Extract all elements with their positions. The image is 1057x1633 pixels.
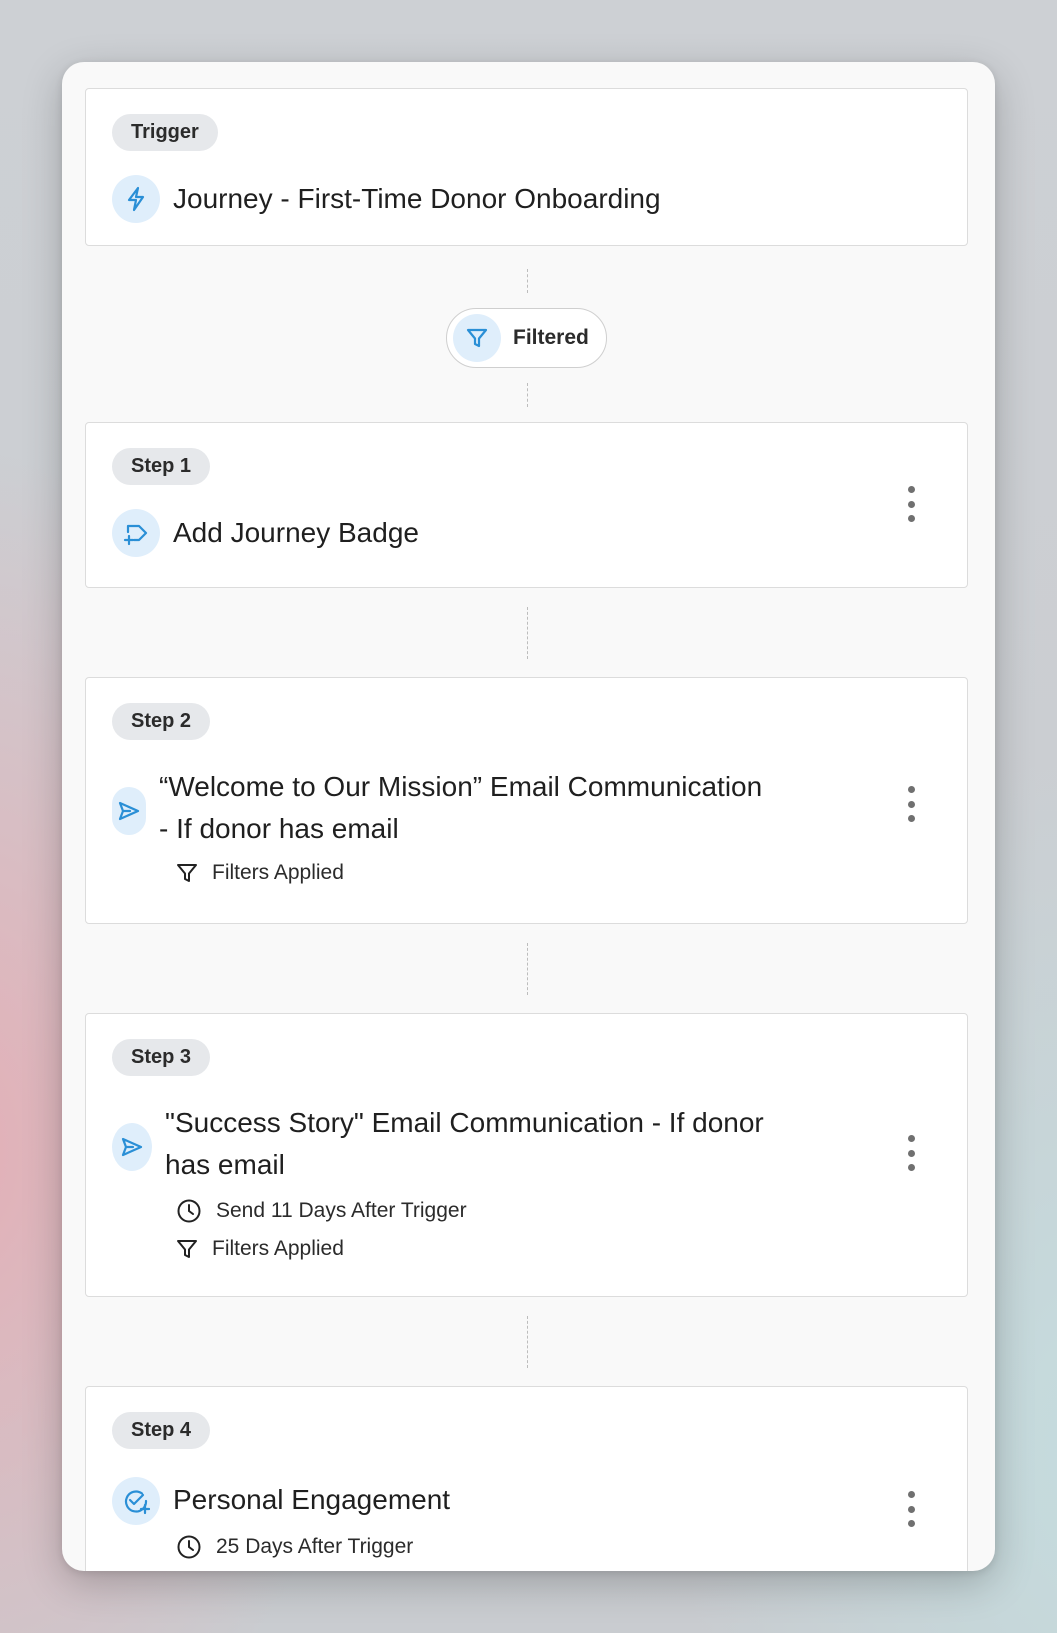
task-check-icon	[112, 1477, 160, 1525]
step-3-badge: Step 3	[112, 1039, 211, 1076]
step-3-more-button[interactable]	[899, 1135, 923, 1171]
connector-line	[527, 943, 528, 995]
clock-icon	[177, 1535, 201, 1559]
filtered-label: Filtered	[513, 326, 589, 349]
journey-panel: Trigger Journey - First-Time Donor Onboa…	[62, 62, 995, 1571]
step-3-filters-label: Filters Applied	[212, 1237, 344, 1260]
step-4-more-button[interactable]	[899, 1491, 923, 1527]
step-2-filters: Filters Applied	[176, 858, 344, 888]
step-4-title: Personal Engagement	[173, 1484, 451, 1515]
trigger-badge: Trigger	[112, 114, 218, 151]
send-icon	[112, 1123, 152, 1171]
connector-line	[527, 607, 528, 659]
step-1-title: Add Journey Badge	[173, 517, 419, 548]
step-3-title-line-1: "Success Story" Email Communication - If…	[165, 1107, 764, 1138]
step-1-badge: Step 1	[112, 448, 211, 485]
step-2-badge: Step 2	[112, 703, 211, 740]
step-3-title-line-2: has email	[165, 1149, 285, 1180]
connector-line	[527, 383, 528, 407]
step-3-schedule: Send 11 Days After Trigger	[176, 1196, 467, 1226]
filter-icon	[453, 314, 501, 362]
filter-outline-icon	[177, 1240, 197, 1258]
send-icon	[112, 787, 146, 835]
step-4-schedule-label: 25 Days After Trigger	[216, 1535, 414, 1558]
lightning-bolt-icon	[112, 175, 160, 223]
step-2-card[interactable]: Step 2 “Welcome to Our Mission” Email Co…	[85, 677, 968, 924]
step-1-more-button[interactable]	[899, 486, 923, 522]
step-2-filters-label: Filters Applied	[212, 861, 344, 884]
badge-add-icon	[112, 509, 160, 557]
step-4-card[interactable]: Step 4 Personal Engagement 25 Days After…	[85, 1386, 968, 1571]
step-4-schedule: 25 Days After Trigger	[176, 1532, 413, 1562]
step-2-title-line-2: - If donor has email	[159, 813, 399, 844]
filtered-chip[interactable]: Filtered	[446, 308, 607, 368]
step-2-more-button[interactable]	[899, 786, 923, 822]
step-3-schedule-label: Send 11 Days After Trigger	[216, 1199, 467, 1222]
trigger-title: Journey - First-Time Donor Onboarding	[173, 183, 661, 214]
trigger-card[interactable]: Trigger Journey - First-Time Donor Onboa…	[85, 88, 968, 246]
filter-outline-icon	[177, 864, 197, 882]
step-1-card[interactable]: Step 1 Add Journey Badge	[85, 422, 968, 588]
connector-line	[527, 1316, 528, 1368]
step-4-badge: Step 4	[112, 1412, 211, 1449]
connector-line	[527, 269, 528, 293]
step-3-card[interactable]: Step 3 "Success Story" Email Communicati…	[85, 1013, 968, 1297]
step-3-filters: Filters Applied	[176, 1234, 344, 1264]
clock-icon	[177, 1199, 201, 1223]
step-2-title-line-1: “Welcome to Our Mission” Email Communica…	[159, 771, 763, 802]
